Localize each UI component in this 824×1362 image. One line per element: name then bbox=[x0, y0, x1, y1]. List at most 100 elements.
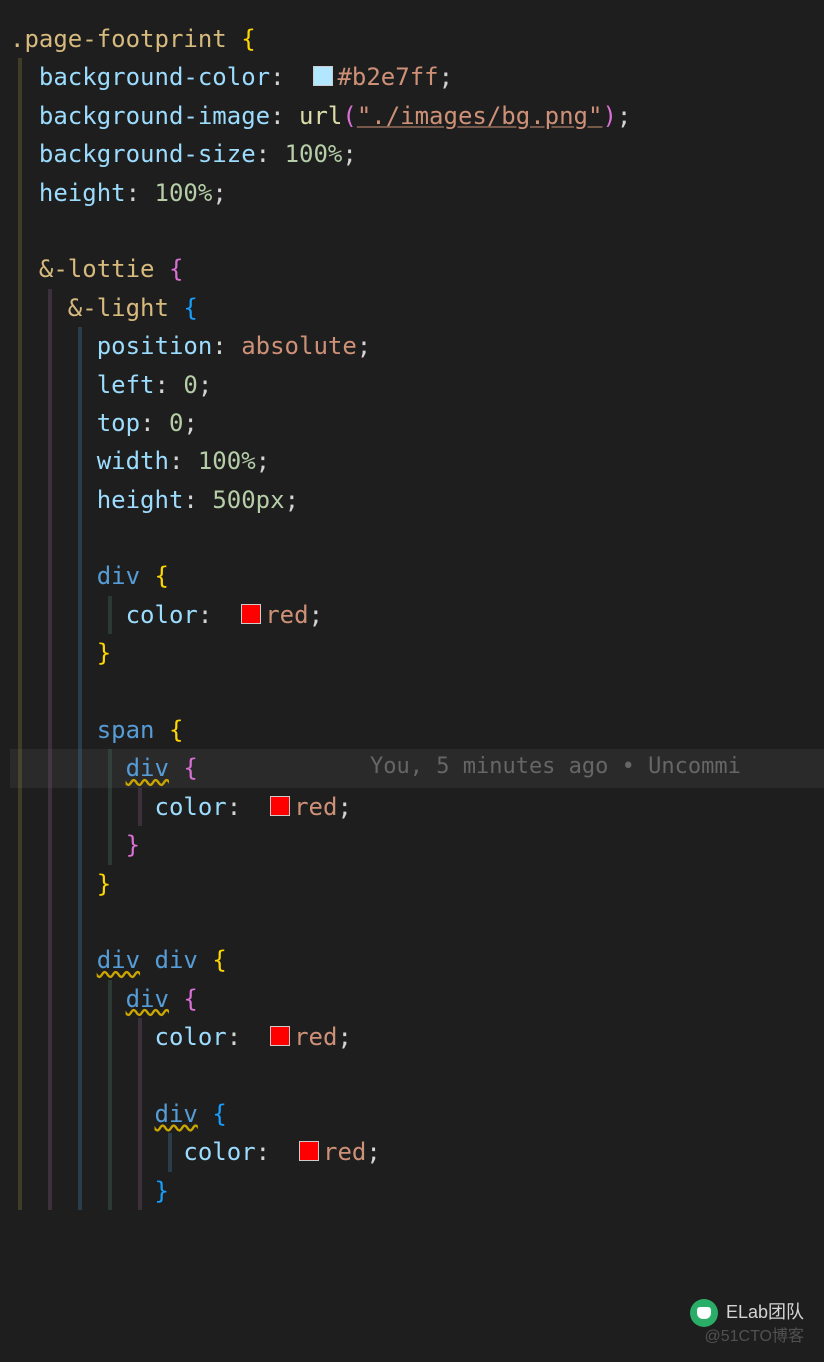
token-tag: span bbox=[97, 716, 155, 744]
token-brace-purple: { bbox=[183, 754, 197, 782]
code-line-2[interactable]: background-image: url("./images/bg.png")… bbox=[10, 97, 824, 135]
code-line-13[interactable] bbox=[10, 519, 824, 557]
watermark-subtitle: @51CTO博客 bbox=[704, 1324, 804, 1350]
code-line-8[interactable]: position: absolute; bbox=[10, 327, 824, 365]
color-swatch[interactable] bbox=[299, 1141, 319, 1161]
code-line-24[interactable]: div div { bbox=[10, 941, 824, 979]
token-brace-yellow: } bbox=[97, 870, 111, 898]
token-semi: ; bbox=[212, 179, 226, 207]
code-line-11[interactable]: width: 100%; bbox=[10, 442, 824, 480]
token-property: left bbox=[97, 371, 155, 399]
token-semi: ; bbox=[183, 409, 197, 437]
code-line-21[interactable]: } bbox=[10, 826, 824, 864]
token-colon: : bbox=[212, 332, 226, 360]
code-line-4[interactable]: height: 100%; bbox=[10, 174, 824, 212]
token-property: color bbox=[183, 1138, 255, 1166]
token-brace-yellow: { bbox=[169, 716, 183, 744]
code-line-18[interactable]: span { bbox=[10, 711, 824, 749]
token-number: 100% bbox=[198, 447, 256, 475]
token-property: color bbox=[126, 601, 198, 629]
color-swatch[interactable] bbox=[270, 1026, 290, 1046]
code-line-3[interactable]: background-size: 100%; bbox=[10, 135, 824, 173]
color-swatch[interactable] bbox=[313, 66, 333, 86]
code-editor[interactable]: .page-footprint { background-color: #b2e… bbox=[0, 0, 824, 1230]
token-tag: div bbox=[155, 1100, 198, 1128]
code-line-10[interactable]: top: 0; bbox=[10, 404, 824, 442]
token-colon: : bbox=[183, 486, 197, 514]
token-tag: div bbox=[126, 985, 169, 1013]
token-brace-purple: } bbox=[126, 831, 140, 859]
code-line-12[interactable]: height: 500px; bbox=[10, 481, 824, 519]
token-brace-yellow: { bbox=[155, 562, 169, 590]
code-line-1[interactable]: background-color: #b2e7ff; bbox=[10, 58, 824, 96]
token-selector: .page-footprint bbox=[10, 25, 227, 53]
token-brace-yellow: } bbox=[97, 639, 111, 667]
token-property: color bbox=[155, 1023, 227, 1051]
token-amp: &-lottie bbox=[39, 255, 155, 283]
token-func: url bbox=[299, 102, 342, 130]
color-swatch[interactable] bbox=[241, 604, 261, 624]
code-line-20[interactable]: color: red; bbox=[10, 788, 824, 826]
token-red-val: red bbox=[294, 793, 337, 821]
token-number: 100% bbox=[285, 140, 343, 168]
token-property: background-size bbox=[39, 140, 256, 168]
code-line-19[interactable]: div {You, 5 minutes ago • Uncommi bbox=[10, 749, 824, 787]
code-line-30[interactable]: } bbox=[10, 1172, 824, 1210]
color-swatch[interactable] bbox=[270, 796, 290, 816]
token-paren: ( bbox=[342, 102, 356, 130]
token-semi: ; bbox=[309, 601, 323, 629]
token-semi: ; bbox=[198, 371, 212, 399]
code-line-29[interactable]: color: red; bbox=[10, 1133, 824, 1171]
token-semi: ; bbox=[337, 1023, 351, 1051]
token-colon: : bbox=[169, 447, 183, 475]
code-line-5[interactable] bbox=[10, 212, 824, 250]
code-line-14[interactable]: div { bbox=[10, 557, 824, 595]
token-tag: div bbox=[126, 754, 169, 782]
token-colon: : bbox=[198, 601, 212, 629]
code-line-15[interactable]: color: red; bbox=[10, 596, 824, 634]
wechat-icon bbox=[690, 1299, 718, 1327]
token-tag: div bbox=[97, 946, 140, 974]
token-semi: ; bbox=[357, 332, 371, 360]
token-brace-blue: { bbox=[183, 294, 197, 322]
token-colon: : bbox=[256, 140, 270, 168]
code-line-23[interactable] bbox=[10, 903, 824, 941]
token-number: 0 bbox=[183, 371, 197, 399]
code-line-7[interactable]: &-light { bbox=[10, 289, 824, 327]
token-semi: ; bbox=[256, 447, 270, 475]
token-property: width bbox=[97, 447, 169, 475]
token-colon: : bbox=[256, 1138, 270, 1166]
code-line-16[interactable]: } bbox=[10, 634, 824, 672]
token-brace-blue: } bbox=[155, 1177, 169, 1205]
code-line-25[interactable]: div { bbox=[10, 980, 824, 1018]
token-string: "./images/bg.png" bbox=[357, 102, 603, 130]
code-line-9[interactable]: left: 0; bbox=[10, 366, 824, 404]
token-red-val: red bbox=[323, 1138, 366, 1166]
token-amp: &-light bbox=[68, 294, 169, 322]
code-line-22[interactable]: } bbox=[10, 865, 824, 903]
token-red-val: red bbox=[294, 1023, 337, 1051]
token-red-val: red bbox=[265, 601, 308, 629]
code-line-0[interactable]: .page-footprint { bbox=[10, 20, 824, 58]
token-colon: : bbox=[270, 63, 284, 91]
token-colon: : bbox=[227, 1023, 241, 1051]
token-number: 100% bbox=[155, 179, 213, 207]
code-line-28[interactable]: div { bbox=[10, 1095, 824, 1133]
token-semi: ; bbox=[337, 793, 351, 821]
code-line-17[interactable] bbox=[10, 673, 824, 711]
token-tag: div bbox=[155, 946, 198, 974]
watermark-logo: ELab团队 bbox=[690, 1298, 804, 1327]
token-brace-yellow: { bbox=[241, 25, 255, 53]
token-colon: : bbox=[227, 793, 241, 821]
code-line-26[interactable]: color: red; bbox=[10, 1018, 824, 1056]
token-semi: ; bbox=[617, 102, 631, 130]
token-property: height bbox=[39, 179, 126, 207]
token-semi: ; bbox=[285, 486, 299, 514]
code-line-27[interactable] bbox=[10, 1057, 824, 1095]
token-semi: ; bbox=[366, 1138, 380, 1166]
token-brace-purple: { bbox=[169, 255, 183, 283]
token-colon: : bbox=[126, 179, 140, 207]
watermark-text: ELab团队 bbox=[726, 1298, 804, 1327]
token-property: top bbox=[97, 409, 140, 437]
code-line-6[interactable]: &-lottie { bbox=[10, 250, 824, 288]
